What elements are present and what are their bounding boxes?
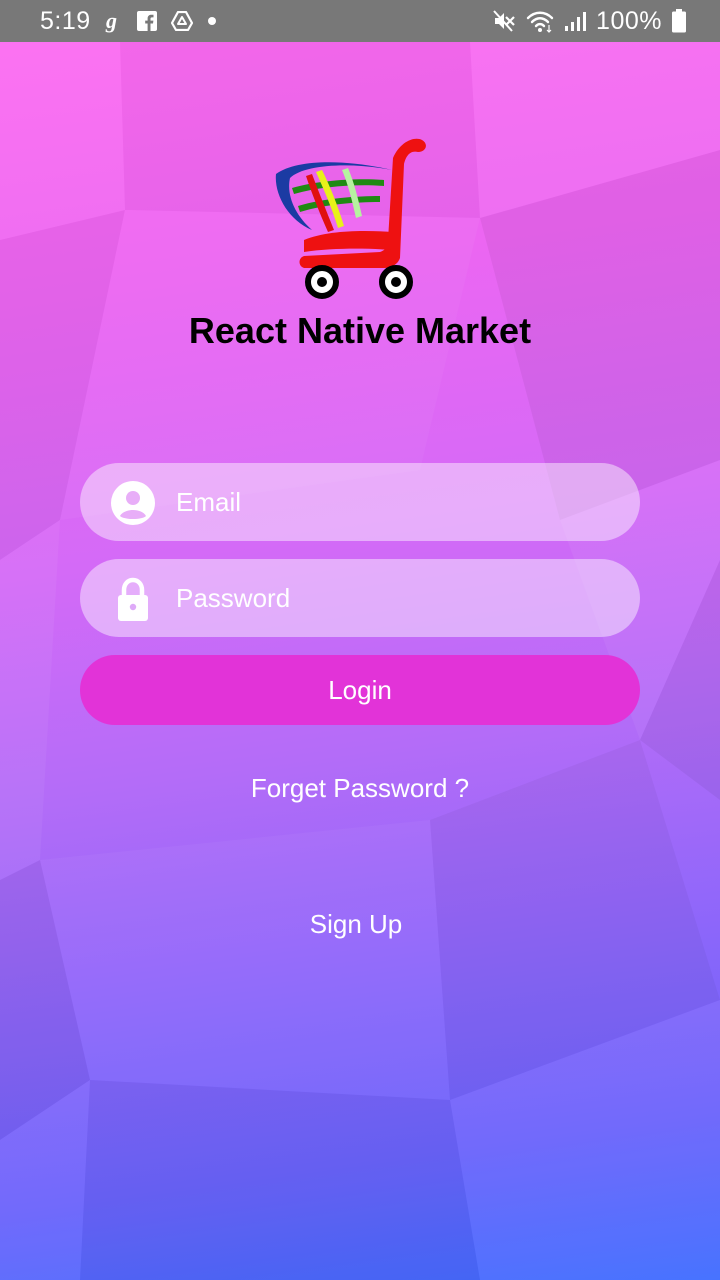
status-time: 5:19	[40, 6, 91, 35]
email-field[interactable]	[80, 463, 640, 541]
wifi-icon	[526, 9, 554, 33]
g-app-icon: g	[105, 9, 123, 33]
svg-text:g: g	[105, 9, 117, 33]
email-input[interactable]	[176, 463, 616, 541]
forgot-password-link[interactable]: Forget Password ?	[0, 773, 720, 804]
sign-up-link[interactable]: Sign Up	[0, 909, 716, 940]
user-circle-icon	[111, 481, 155, 525]
mute-icon	[492, 9, 516, 33]
shopping-cart-logo	[275, 138, 426, 299]
facebook-icon	[136, 11, 157, 31]
lock-icon	[118, 577, 148, 621]
drive-icon	[170, 11, 193, 31]
login-button[interactable]: Login	[80, 655, 640, 725]
notification-dot-icon	[207, 16, 217, 26]
battery-icon	[672, 9, 686, 33]
login-screen: 5:19 g 100% React Native Market Email Lo…	[0, 0, 720, 1280]
signal-icon	[564, 10, 587, 32]
password-field[interactable]	[80, 559, 640, 637]
battery-percent: 100%	[596, 6, 662, 35]
app-title: React Native Market	[188, 310, 532, 351]
password-input[interactable]	[176, 559, 616, 637]
status-bar: 5:19 g 100%	[0, 0, 720, 42]
